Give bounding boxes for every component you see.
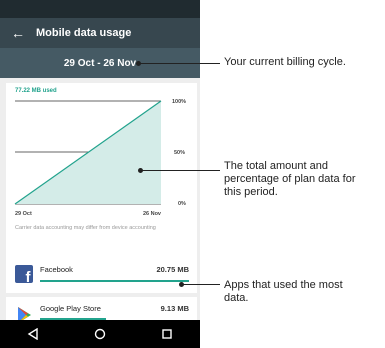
y-tick-50: 50% (174, 150, 185, 156)
app-name: Facebook (40, 265, 73, 274)
back-arrow-icon[interactable]: ← (0, 18, 36, 48)
end-date-label: 26 Nov (143, 211, 162, 217)
billing-cycle-label: 29 Oct - 26 Nov (63, 57, 137, 69)
phone-screen: ← Mobile data usage 29 Oct - 26 Nov 77.2… (0, 0, 200, 348)
usage-card: 77.22 MB used 100% 50% 0% 29 Oct 26 Nov … (6, 83, 197, 293)
y-tick-100: 100% (172, 99, 186, 105)
page-title: Mobile data usage (36, 27, 132, 39)
callout-line-apps (181, 284, 220, 286)
nav-home-icon[interactable] (85, 320, 115, 348)
app-name: Google Play Store (40, 304, 101, 313)
callout-billing-cycle: Your current billing cycle. (224, 56, 346, 68)
usage-chart: 100% 50% 0% 29 Oct 26 Nov (14, 99, 186, 217)
app-bar: ← Mobile data usage (0, 18, 200, 48)
callout-total-data: The total amount and percentage of plan … (224, 160, 356, 198)
nav-recents-icon[interactable] (152, 320, 182, 348)
navigation-bar (0, 320, 200, 348)
status-bar (0, 0, 200, 18)
disclaimer-text: Carrier data accounting may differ from … (15, 225, 156, 231)
app-row-facebook[interactable]: f Facebook 20.75 MB (6, 255, 197, 291)
start-date-label: 29 Oct (15, 211, 32, 217)
callout-top-apps: Apps that used the most data. (224, 279, 343, 304)
callout-line-cycle (138, 63, 220, 65)
callout-line-total (140, 170, 220, 172)
app-usage-bar (40, 280, 189, 282)
app-data-size: 20.75 MB (156, 265, 189, 274)
nav-back-icon[interactable] (18, 320, 48, 348)
app-data-size: 9.13 MB (160, 304, 189, 313)
y-tick-0: 0% (178, 201, 186, 207)
facebook-icon: f (15, 265, 33, 283)
